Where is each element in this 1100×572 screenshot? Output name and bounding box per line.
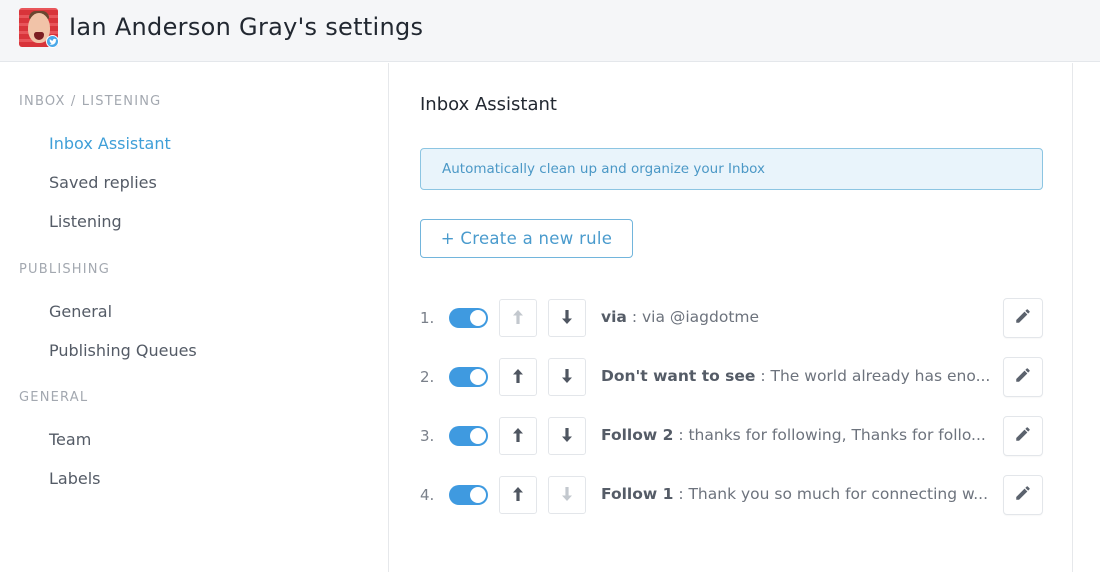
arrow-up-icon	[513, 309, 523, 328]
move-up-button[interactable]	[499, 476, 537, 514]
rule-description: The world already has eno...	[770, 367, 991, 385]
rule-row: 3. Follow 2 : thanks for following, Thank…	[420, 416, 1045, 456]
rule-separator: :	[673, 485, 689, 503]
rule-separator: :	[673, 426, 689, 444]
rule-enable-toggle[interactable]	[449, 485, 488, 505]
panel-title: Inbox Assistant	[420, 94, 557, 115]
rule-description: Thank you so much for connecting w...	[688, 485, 989, 503]
rule-row: 1. via : via @iagdotme	[420, 298, 1045, 338]
rule-name: Follow 2	[601, 426, 674, 444]
rule-index: 4.	[420, 486, 435, 504]
rule-row: 4. Follow 1 : Thank you so much for conne…	[420, 475, 1045, 515]
settings-sidebar: INBOX / LISTENING Inbox Assistant Saved …	[0, 63, 389, 572]
edit-rule-button[interactable]	[1003, 357, 1043, 397]
toggle-knob	[470, 310, 486, 326]
move-down-button[interactable]	[548, 476, 586, 514]
arrow-up-icon	[513, 368, 523, 387]
rule-summary[interactable]: Don't want to see : The world already ha…	[601, 367, 1001, 385]
rule-enable-toggle[interactable]	[449, 308, 488, 328]
rule-name: Don't want to see	[601, 367, 756, 385]
sidebar-item-general[interactable]: General	[49, 302, 112, 321]
right-panel-edge	[1072, 63, 1100, 572]
pencil-icon	[1014, 425, 1032, 447]
arrow-up-icon	[513, 486, 523, 505]
sidebar-item-inbox-assistant[interactable]: Inbox Assistant	[49, 134, 171, 153]
arrow-down-icon	[562, 427, 572, 446]
sidebar-item-publishing-queues[interactable]: Publishing Queues	[49, 341, 197, 360]
sidebar-item-team[interactable]: Team	[49, 430, 91, 449]
move-down-button[interactable]	[548, 299, 586, 337]
section-label-publishing: PUBLISHING	[19, 262, 111, 277]
arrow-down-icon	[562, 309, 572, 328]
sidebar-item-listening[interactable]: Listening	[49, 212, 122, 231]
move-down-button[interactable]	[548, 358, 586, 396]
rule-index: 1.	[420, 309, 435, 327]
rule-index: 3.	[420, 427, 435, 445]
rule-name: Follow 1	[601, 485, 674, 503]
toggle-knob	[470, 428, 486, 444]
rule-name: via	[601, 308, 627, 326]
page-heading: Ian Anderson Gray's settings	[69, 13, 424, 41]
section-label-inbox-listening: INBOX / LISTENING	[19, 94, 162, 109]
move-up-button[interactable]	[499, 417, 537, 455]
move-down-button[interactable]	[548, 417, 586, 455]
rule-separator: :	[755, 367, 771, 385]
rule-summary[interactable]: Follow 1 : Thank you so much for connect…	[601, 485, 1001, 503]
arrow-down-icon	[562, 486, 572, 505]
rule-row: 2. Don't want to see : The world already …	[420, 357, 1045, 397]
pencil-icon	[1014, 484, 1032, 506]
edit-rule-button[interactable]	[1003, 416, 1043, 456]
move-up-button[interactable]	[499, 358, 537, 396]
sidebar-item-labels[interactable]: Labels	[49, 469, 101, 488]
sidebar-item-saved-replies[interactable]: Saved replies	[49, 173, 157, 192]
arrow-down-icon	[562, 368, 572, 387]
edit-rule-button[interactable]	[1003, 475, 1043, 515]
move-up-button[interactable]	[499, 299, 537, 337]
arrow-up-icon	[513, 427, 523, 446]
twitter-icon	[46, 35, 59, 48]
rule-summary[interactable]: via : via @iagdotme	[601, 308, 1001, 326]
rule-summary[interactable]: Follow 2 : thanks for following, Thanks …	[601, 426, 1001, 444]
section-label-general: GENERAL	[19, 390, 89, 405]
rule-description: via @iagdotme	[641, 308, 760, 326]
rule-enable-toggle[interactable]	[449, 426, 488, 446]
settings-header: Ian Anderson Gray's settings	[0, 0, 1100, 62]
pencil-icon	[1014, 307, 1032, 329]
pencil-icon	[1014, 366, 1032, 388]
rule-enable-toggle[interactable]	[449, 367, 488, 387]
edit-rule-button[interactable]	[1003, 298, 1043, 338]
toggle-knob	[470, 487, 486, 503]
toggle-knob	[470, 369, 486, 385]
info-banner: Automatically clean up and organize your…	[420, 148, 1043, 190]
rule-separator: :	[626, 308, 642, 326]
rule-index: 2.	[420, 368, 435, 386]
rule-description: thanks for following, Thanks for follo..…	[688, 426, 986, 444]
create-rule-button[interactable]: + Create a new rule	[420, 219, 633, 258]
inbox-assistant-panel: Inbox Assistant Automatically clean up a…	[390, 63, 1072, 572]
